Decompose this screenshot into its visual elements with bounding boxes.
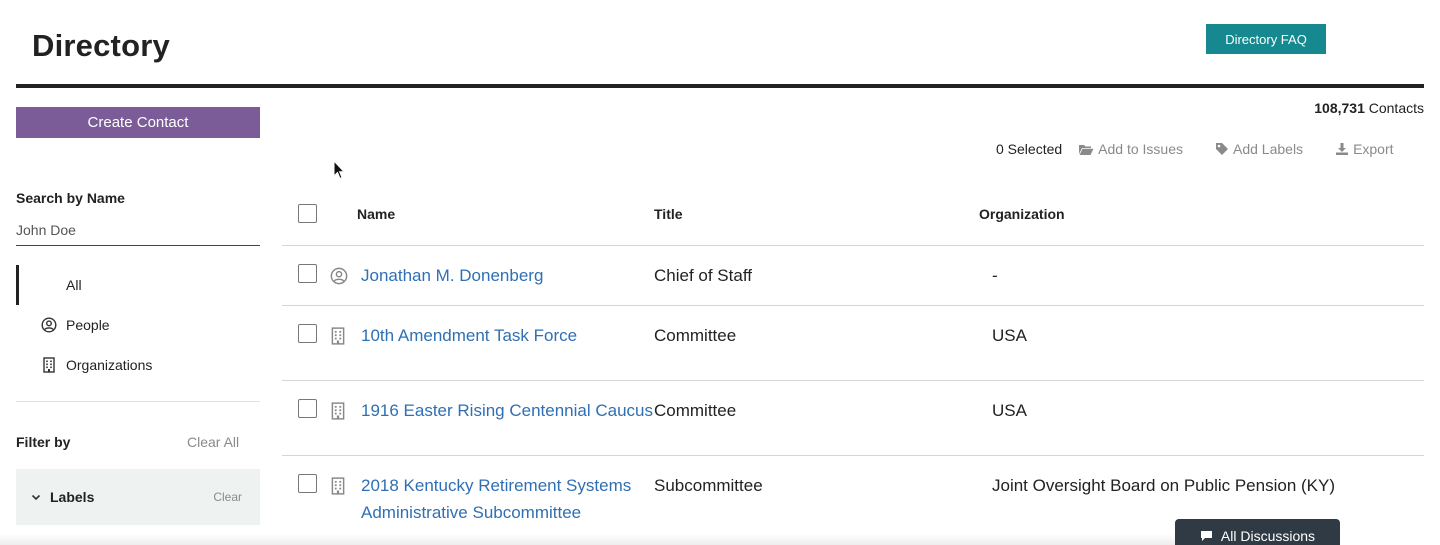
contact-type-list: All People Organizations xyxy=(16,265,260,385)
building-icon xyxy=(330,327,346,345)
all-discussions-button[interactable]: All Discussions xyxy=(1175,519,1340,545)
directory-page: Directory Directory FAQ Create Contact S… xyxy=(0,0,1440,545)
directory-faq-button[interactable]: Directory FAQ xyxy=(1206,24,1326,54)
column-header-name[interactable]: Name xyxy=(357,206,395,222)
labels-filter-title: Labels xyxy=(50,489,95,505)
contact-organization: USA xyxy=(992,401,1027,420)
person-circle-icon xyxy=(40,316,58,334)
folder-open-icon xyxy=(1079,144,1094,155)
row-checkbox[interactable] xyxy=(298,324,317,343)
chat-icon xyxy=(1200,531,1212,541)
bulk-actions-toolbar: 0 Selected Add to Issues Add Labels Expo… xyxy=(996,139,1394,159)
table-header: Name Title Organization xyxy=(282,183,1424,246)
type-item-all[interactable]: All xyxy=(16,265,260,305)
table-row: 10th Amendment Task Force Committee USA xyxy=(282,306,1424,381)
building-icon xyxy=(330,402,346,420)
mouse-cursor-icon xyxy=(333,159,346,185)
search-label: Search by Name xyxy=(16,190,125,206)
type-item-people[interactable]: People xyxy=(16,305,260,345)
contact-title: Committee xyxy=(654,401,737,420)
column-header-organization[interactable]: Organization xyxy=(979,206,1065,222)
table-row: 1916 Easter Rising Centennial Caucus Com… xyxy=(282,381,1424,456)
add-to-issues-label: Add to Issues xyxy=(1098,141,1183,157)
all-discussions-label: All Discussions xyxy=(1220,528,1316,544)
add-labels-label: Add Labels xyxy=(1233,141,1304,157)
type-item-label: All xyxy=(66,277,82,293)
create-contact-button[interactable]: Create Contact xyxy=(16,107,260,138)
tag-icon xyxy=(1216,143,1228,155)
clear-all-link[interactable]: Clear All xyxy=(187,434,239,450)
building-icon xyxy=(330,477,346,495)
contacts-table: Name Title Organization Jonathan M. Done… xyxy=(282,183,1424,545)
filter-by-label: Filter by xyxy=(16,434,71,450)
search-input[interactable] xyxy=(16,214,260,246)
selected-count: 0 Selected xyxy=(996,141,1063,157)
contact-organization: USA xyxy=(992,326,1027,345)
table-row: Jonathan M. Donenberg Chief of Staff - xyxy=(282,246,1424,306)
type-item-organizations[interactable]: Organizations xyxy=(16,345,260,385)
contact-title: Chief of Staff xyxy=(654,266,752,285)
contact-count: 108,731 Contacts xyxy=(1314,100,1424,116)
export-label: Export xyxy=(1353,141,1394,157)
contact-organization: Joint Oversight Board on Public Pension … xyxy=(992,476,1336,495)
person-circle-icon xyxy=(330,267,348,285)
download-icon xyxy=(1336,143,1349,155)
building-icon xyxy=(40,356,58,374)
contact-name-link[interactable]: 2018 Kentucky Retirement Systems Adminis… xyxy=(361,472,646,526)
sidebar-divider xyxy=(16,401,260,402)
page-title: Directory xyxy=(32,28,170,63)
row-checkbox[interactable] xyxy=(298,399,317,418)
labels-filter-panel[interactable]: Labels Clear xyxy=(16,469,260,525)
contact-title: Subcommittee xyxy=(654,476,763,495)
column-header-title[interactable]: Title xyxy=(654,206,683,222)
contact-name-link[interactable]: 1916 Easter Rising Centennial Caucus xyxy=(361,397,653,424)
type-item-label: People xyxy=(66,317,110,333)
chevron-down-icon xyxy=(30,491,42,503)
row-checkbox[interactable] xyxy=(298,474,317,493)
contact-name-link[interactable]: Jonathan M. Donenberg xyxy=(361,262,653,289)
export-button[interactable]: Export xyxy=(1335,141,1394,157)
contact-name-link[interactable]: 10th Amendment Task Force xyxy=(361,322,653,349)
add-to-issues-button[interactable]: Add to Issues xyxy=(1078,141,1183,157)
contact-organization: - xyxy=(992,266,998,285)
row-checkbox[interactable] xyxy=(298,264,317,283)
bottom-scroll-shadow xyxy=(0,534,1175,545)
contact-title: Committee xyxy=(654,326,737,345)
contact-count-number: 108,731 xyxy=(1314,100,1365,116)
add-labels-button[interactable]: Add Labels xyxy=(1215,141,1303,157)
select-all-checkbox[interactable] xyxy=(298,204,317,223)
contact-count-suffix: Contacts xyxy=(1368,100,1424,116)
header-divider xyxy=(16,84,1424,88)
type-item-label: Organizations xyxy=(66,357,153,373)
labels-clear-link[interactable]: Clear xyxy=(213,490,242,504)
